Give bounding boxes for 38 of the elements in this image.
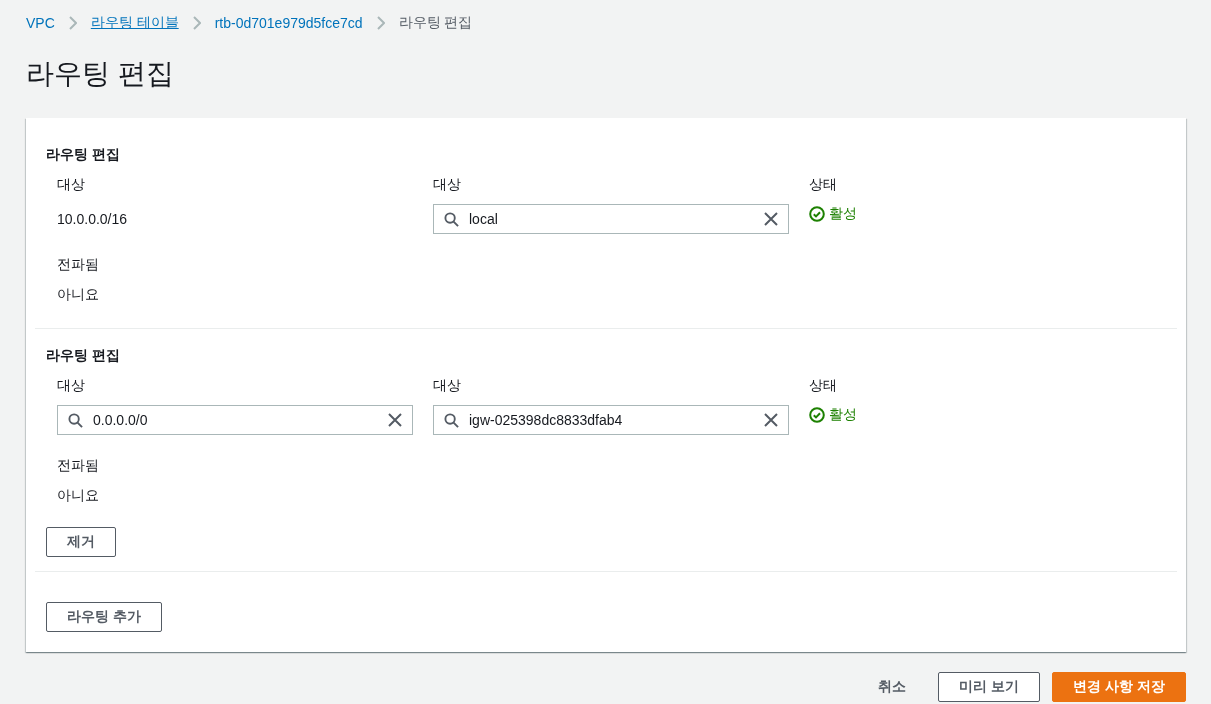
check-circle-icon (809, 407, 825, 423)
breadcrumb-link[interactable]: 라우팅 테이블 (90, 14, 179, 32)
route-heading: 라우팅 편집 (46, 347, 121, 365)
target-field[interactable]: local (433, 204, 789, 234)
route-heading: 라우팅 편집 (46, 146, 121, 164)
propagated-value: 아니요 (57, 486, 100, 505)
breadcrumb-link[interactable]: rtb-0d701e979d5fce7cd (214, 15, 363, 31)
chevron-right-icon (192, 16, 201, 30)
field-label: 대상 (433, 376, 462, 395)
add-route-button[interactable]: 라우팅 추가 (46, 602, 162, 632)
propagated-value: 아니요 (57, 285, 100, 304)
chevron-right-icon (68, 16, 77, 30)
target-field[interactable]: igw-025398dc8833dfab4 (433, 405, 789, 435)
search-icon (68, 412, 83, 428)
page-title: 라우팅 편집 (26, 57, 175, 91)
cancel-button[interactable]: 취소 (858, 672, 927, 702)
check-circle-icon (809, 206, 825, 222)
field-label: 전파됨 (57, 456, 100, 475)
destination-field[interactable]: 0.0.0.0/0 (57, 405, 413, 435)
preview-button[interactable]: 미리 보기 (938, 672, 1041, 702)
close-icon[interactable] (764, 413, 778, 427)
search-icon (444, 211, 459, 227)
field-label: 전파됨 (57, 255, 100, 274)
field-label: 상태 (809, 175, 838, 194)
breadcrumb-link[interactable]: VPC (26, 15, 55, 31)
field-label: 대상 (433, 175, 462, 194)
search-icon (444, 412, 459, 428)
close-icon[interactable] (388, 413, 402, 427)
status-value: 활성 (829, 205, 857, 223)
breadcrumb-current: 라우팅 편집 (398, 14, 473, 32)
remove-button[interactable]: 제거 (46, 527, 116, 557)
destination-value: 10.0.0.0/16 (57, 210, 129, 229)
field-label: 상태 (809, 376, 838, 395)
field-label: 대상 (57, 376, 86, 395)
status-value: 활성 (829, 406, 857, 424)
close-icon[interactable] (764, 212, 778, 226)
field-label: 대상 (57, 175, 86, 194)
chevron-right-icon (376, 16, 385, 30)
